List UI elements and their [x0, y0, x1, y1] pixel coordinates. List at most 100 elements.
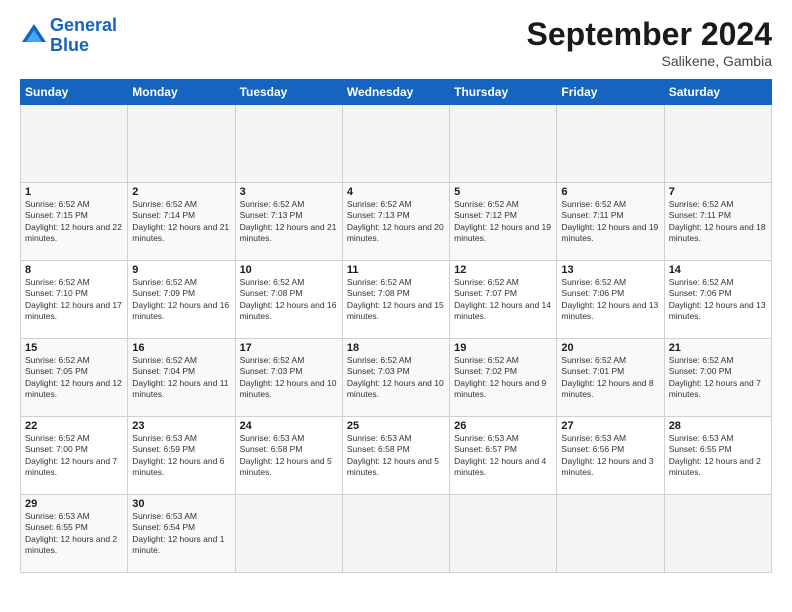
- day-info: Sunrise: 6:52 AM Sunset: 7:00 PM Dayligh…: [669, 355, 767, 401]
- logo-line2: Blue: [50, 35, 89, 55]
- calendar-cell: 16Sunrise: 6:52 AM Sunset: 7:04 PM Dayli…: [128, 339, 235, 417]
- day-info: Sunrise: 6:53 AM Sunset: 6:59 PM Dayligh…: [132, 433, 230, 479]
- day-number: 19: [454, 342, 552, 354]
- calendar-cell: 24Sunrise: 6:53 AM Sunset: 6:58 PM Dayli…: [235, 417, 342, 495]
- day-info: Sunrise: 6:53 AM Sunset: 6:58 PM Dayligh…: [347, 433, 445, 479]
- calendar-cell: 14Sunrise: 6:52 AM Sunset: 7:06 PM Dayli…: [664, 261, 771, 339]
- calendar-week-row: 29Sunrise: 6:53 AM Sunset: 6:55 PM Dayli…: [21, 495, 772, 573]
- day-info: Sunrise: 6:53 AM Sunset: 6:55 PM Dayligh…: [669, 433, 767, 479]
- day-number: 25: [347, 420, 445, 432]
- calendar-week-row: [21, 105, 772, 183]
- day-info: Sunrise: 6:52 AM Sunset: 7:12 PM Dayligh…: [454, 199, 552, 245]
- calendar-cell: 17Sunrise: 6:52 AM Sunset: 7:03 PM Dayli…: [235, 339, 342, 417]
- day-info: Sunrise: 6:52 AM Sunset: 7:10 PM Dayligh…: [25, 277, 123, 323]
- calendar-table: SundayMondayTuesdayWednesdayThursdayFrid…: [20, 79, 772, 573]
- calendar-cell: 20Sunrise: 6:52 AM Sunset: 7:01 PM Dayli…: [557, 339, 664, 417]
- col-header-friday: Friday: [557, 80, 664, 105]
- calendar-week-row: 22Sunrise: 6:52 AM Sunset: 7:00 PM Dayli…: [21, 417, 772, 495]
- day-info: Sunrise: 6:53 AM Sunset: 6:55 PM Dayligh…: [25, 511, 123, 557]
- calendar-cell: 25Sunrise: 6:53 AM Sunset: 6:58 PM Dayli…: [342, 417, 449, 495]
- calendar-cell: 4Sunrise: 6:52 AM Sunset: 7:13 PM Daylig…: [342, 183, 449, 261]
- day-info: Sunrise: 6:52 AM Sunset: 7:02 PM Dayligh…: [454, 355, 552, 401]
- day-info: Sunrise: 6:53 AM Sunset: 6:56 PM Dayligh…: [561, 433, 659, 479]
- day-info: Sunrise: 6:52 AM Sunset: 7:07 PM Dayligh…: [454, 277, 552, 323]
- calendar-cell: 12Sunrise: 6:52 AM Sunset: 7:07 PM Dayli…: [450, 261, 557, 339]
- day-info: Sunrise: 6:52 AM Sunset: 7:15 PM Dayligh…: [25, 199, 123, 245]
- day-info: Sunrise: 6:53 AM Sunset: 6:58 PM Dayligh…: [240, 433, 338, 479]
- day-number: 29: [25, 498, 123, 510]
- day-number: 6: [561, 186, 659, 198]
- col-header-tuesday: Tuesday: [235, 80, 342, 105]
- day-number: 7: [669, 186, 767, 198]
- calendar-cell: 5Sunrise: 6:52 AM Sunset: 7:12 PM Daylig…: [450, 183, 557, 261]
- day-number: 18: [347, 342, 445, 354]
- day-number: 22: [25, 420, 123, 432]
- day-number: 21: [669, 342, 767, 354]
- day-number: 17: [240, 342, 338, 354]
- calendar-week-row: 8Sunrise: 6:52 AM Sunset: 7:10 PM Daylig…: [21, 261, 772, 339]
- day-number: 11: [347, 264, 445, 276]
- day-info: Sunrise: 6:52 AM Sunset: 7:08 PM Dayligh…: [240, 277, 338, 323]
- calendar-cell: [664, 495, 771, 573]
- calendar-cell: [235, 495, 342, 573]
- day-info: Sunrise: 6:53 AM Sunset: 6:54 PM Dayligh…: [132, 511, 230, 557]
- logo-line1: General: [50, 15, 117, 35]
- day-info: Sunrise: 6:52 AM Sunset: 7:11 PM Dayligh…: [669, 199, 767, 245]
- calendar-cell: [450, 495, 557, 573]
- calendar-cell: 1Sunrise: 6:52 AM Sunset: 7:15 PM Daylig…: [21, 183, 128, 261]
- day-info: Sunrise: 6:52 AM Sunset: 7:13 PM Dayligh…: [240, 199, 338, 245]
- col-header-monday: Monday: [128, 80, 235, 105]
- day-number: 5: [454, 186, 552, 198]
- day-number: 2: [132, 186, 230, 198]
- calendar-week-row: 1Sunrise: 6:52 AM Sunset: 7:15 PM Daylig…: [21, 183, 772, 261]
- day-number: 28: [669, 420, 767, 432]
- calendar-cell: 7Sunrise: 6:52 AM Sunset: 7:11 PM Daylig…: [664, 183, 771, 261]
- day-info: Sunrise: 6:52 AM Sunset: 7:06 PM Dayligh…: [561, 277, 659, 323]
- calendar-cell: 13Sunrise: 6:52 AM Sunset: 7:06 PM Dayli…: [557, 261, 664, 339]
- logo: General Blue: [20, 16, 117, 56]
- day-number: 8: [25, 264, 123, 276]
- day-number: 20: [561, 342, 659, 354]
- day-number: 14: [669, 264, 767, 276]
- day-info: Sunrise: 6:52 AM Sunset: 7:14 PM Dayligh…: [132, 199, 230, 245]
- calendar-cell: [342, 495, 449, 573]
- calendar-cell: 8Sunrise: 6:52 AM Sunset: 7:10 PM Daylig…: [21, 261, 128, 339]
- calendar-cell: 23Sunrise: 6:53 AM Sunset: 6:59 PM Dayli…: [128, 417, 235, 495]
- day-info: Sunrise: 6:52 AM Sunset: 7:00 PM Dayligh…: [25, 433, 123, 479]
- calendar-cell: 10Sunrise: 6:52 AM Sunset: 7:08 PM Dayli…: [235, 261, 342, 339]
- day-info: Sunrise: 6:52 AM Sunset: 7:03 PM Dayligh…: [240, 355, 338, 401]
- calendar-cell: 18Sunrise: 6:52 AM Sunset: 7:03 PM Dayli…: [342, 339, 449, 417]
- header: General Blue September 2024 Salikene, Ga…: [20, 16, 772, 69]
- col-header-sunday: Sunday: [21, 80, 128, 105]
- calendar-cell: 29Sunrise: 6:53 AM Sunset: 6:55 PM Dayli…: [21, 495, 128, 573]
- calendar-header-row: SundayMondayTuesdayWednesdayThursdayFrid…: [21, 80, 772, 105]
- day-info: Sunrise: 6:52 AM Sunset: 7:08 PM Dayligh…: [347, 277, 445, 323]
- day-info: Sunrise: 6:52 AM Sunset: 7:11 PM Dayligh…: [561, 199, 659, 245]
- calendar-cell: 6Sunrise: 6:52 AM Sunset: 7:11 PM Daylig…: [557, 183, 664, 261]
- day-number: 27: [561, 420, 659, 432]
- day-number: 1: [25, 186, 123, 198]
- calendar-cell: [557, 495, 664, 573]
- col-header-wednesday: Wednesday: [342, 80, 449, 105]
- calendar-cell: [128, 105, 235, 183]
- calendar-cell: [235, 105, 342, 183]
- logo-icon: [20, 22, 48, 50]
- calendar-cell: [557, 105, 664, 183]
- day-info: Sunrise: 6:52 AM Sunset: 7:03 PM Dayligh…: [347, 355, 445, 401]
- day-number: 13: [561, 264, 659, 276]
- day-number: 3: [240, 186, 338, 198]
- calendar-cell: 3Sunrise: 6:52 AM Sunset: 7:13 PM Daylig…: [235, 183, 342, 261]
- day-info: Sunrise: 6:52 AM Sunset: 7:05 PM Dayligh…: [25, 355, 123, 401]
- calendar-cell: 11Sunrise: 6:52 AM Sunset: 7:08 PM Dayli…: [342, 261, 449, 339]
- logo-text: General Blue: [50, 16, 117, 56]
- calendar-cell: 15Sunrise: 6:52 AM Sunset: 7:05 PM Dayli…: [21, 339, 128, 417]
- day-info: Sunrise: 6:53 AM Sunset: 6:57 PM Dayligh…: [454, 433, 552, 479]
- calendar-cell: 28Sunrise: 6:53 AM Sunset: 6:55 PM Dayli…: [664, 417, 771, 495]
- month-title: September 2024: [527, 16, 772, 53]
- day-info: Sunrise: 6:52 AM Sunset: 7:06 PM Dayligh…: [669, 277, 767, 323]
- calendar-cell: 2Sunrise: 6:52 AM Sunset: 7:14 PM Daylig…: [128, 183, 235, 261]
- calendar-cell: [664, 105, 771, 183]
- day-info: Sunrise: 6:52 AM Sunset: 7:04 PM Dayligh…: [132, 355, 230, 401]
- calendar-cell: 30Sunrise: 6:53 AM Sunset: 6:54 PM Dayli…: [128, 495, 235, 573]
- calendar-cell: 21Sunrise: 6:52 AM Sunset: 7:00 PM Dayli…: [664, 339, 771, 417]
